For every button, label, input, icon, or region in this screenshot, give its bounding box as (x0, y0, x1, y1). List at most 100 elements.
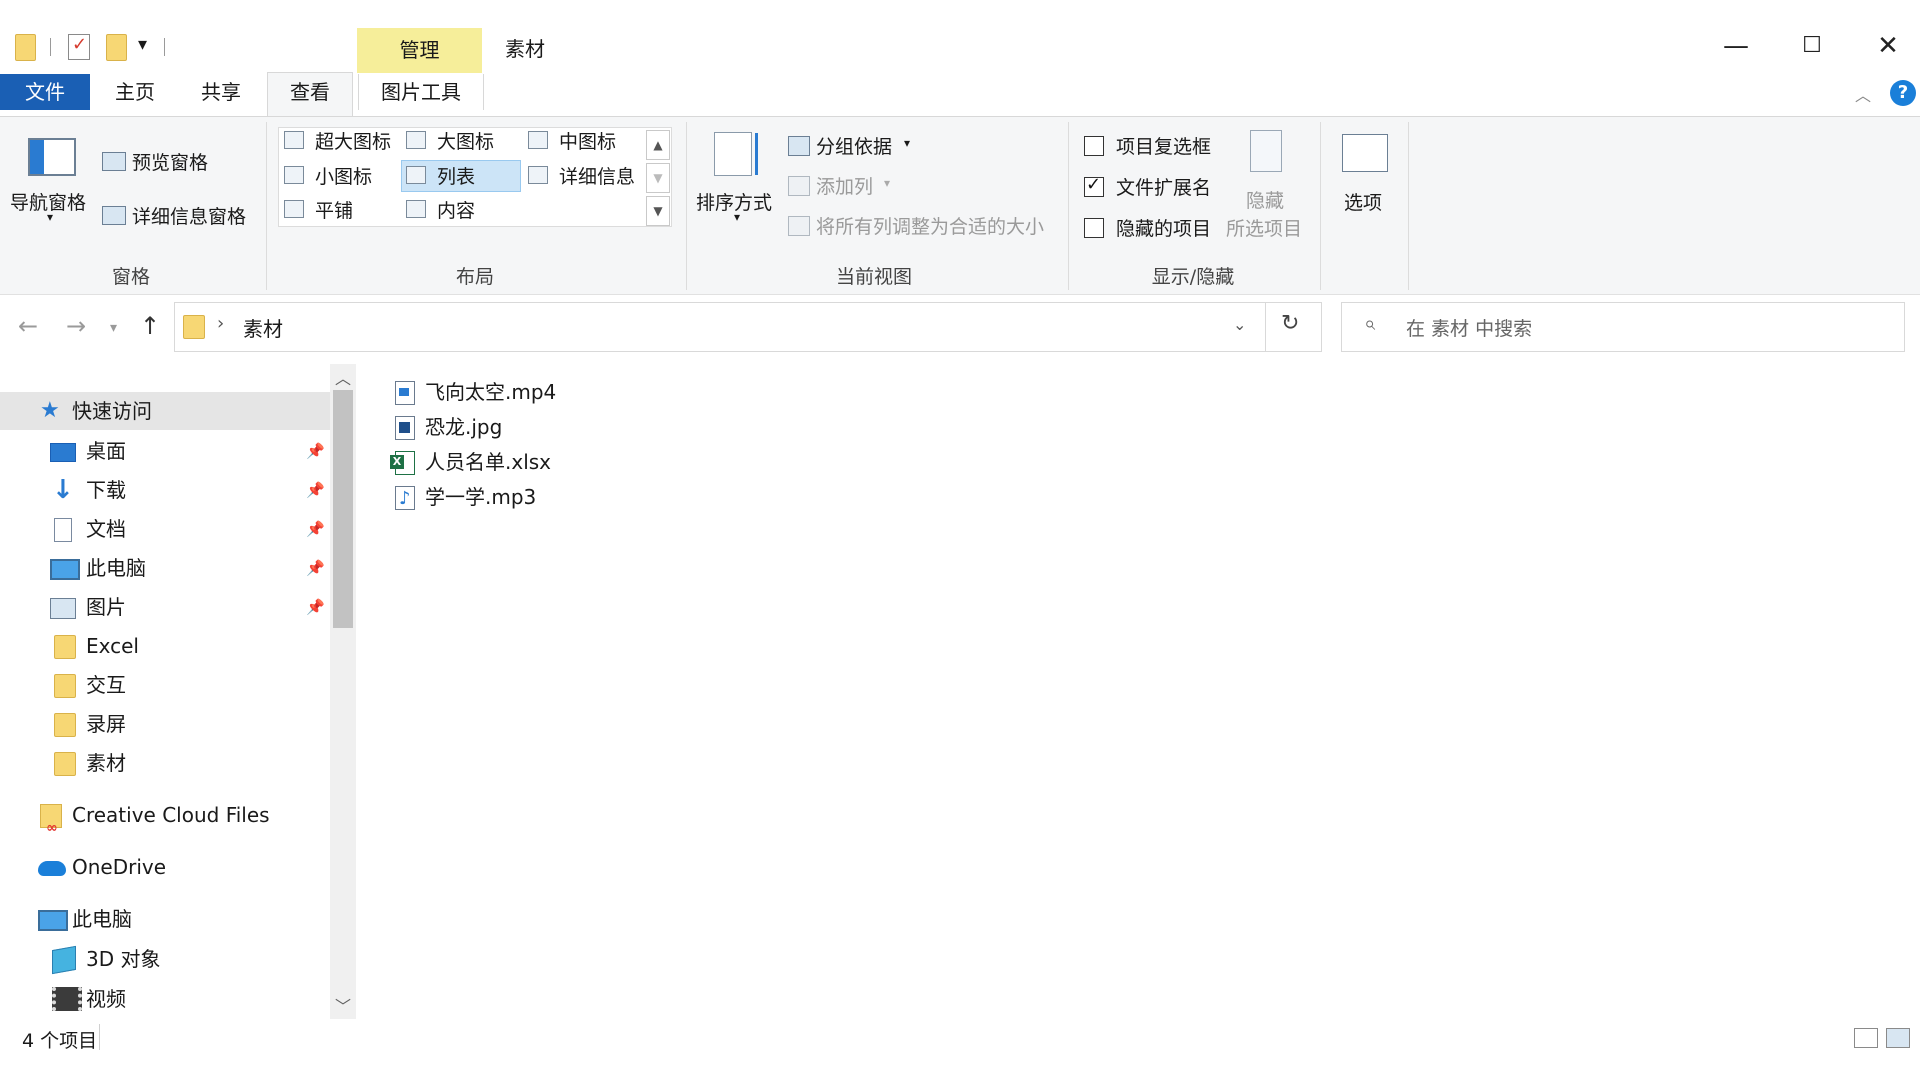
breadcrumb-current[interactable]: 素材 (243, 313, 283, 342)
customize-toolbar-icon[interactable]: ▾ (138, 34, 147, 55)
group-divider (686, 122, 687, 290)
group-divider (1408, 122, 1409, 290)
layout-details[interactable]: 详细信息 (559, 162, 635, 189)
recent-locations-button[interactable]: ▾ (110, 320, 117, 336)
group-label-current-view: 当前视图 (835, 266, 912, 288)
sidebar-item-label: 文档 (86, 517, 126, 541)
layout-tiles[interactable]: 平铺 (315, 196, 353, 223)
hidden-items-checkbox[interactable] (1084, 218, 1104, 238)
sidebar-scrollbar-thumb[interactable] (333, 390, 353, 628)
window-title: 素材 (505, 37, 545, 61)
search-box[interactable]: ⌕ 在 素材 中搜索 (1341, 302, 1905, 352)
file-extensions-checkbox[interactable] (1084, 174, 1104, 197)
tiles-icon (284, 200, 304, 218)
up-button[interactable]: ↑ (140, 312, 160, 340)
sidebar-item-interaction[interactable]: 交互 (0, 666, 330, 704)
hide-selected-button[interactable]: 隐藏 (1246, 186, 1284, 213)
details-pane-button[interactable]: 详细信息窗格 (132, 202, 246, 229)
status-item-count: 4 个项目 (22, 1030, 98, 1052)
tab-picture-tools[interactable]: 图片工具 (358, 74, 484, 110)
layout-scroll-down[interactable]: ▼ (646, 163, 670, 193)
layout-extra-large-icons[interactable]: 超大图标 (315, 127, 391, 154)
size-all-columns-button[interactable]: 将所有列调整为合适的大小 (816, 212, 1044, 239)
help-icon[interactable]: ? (1890, 80, 1916, 106)
options-button[interactable]: 选项 (1344, 188, 1382, 215)
refresh-icon[interactable]: ↻ (1281, 311, 1299, 336)
file-extensions-label[interactable]: 文件扩展名 (1116, 173, 1211, 200)
group-divider (1068, 122, 1069, 290)
search-input[interactable]: 在 素材 中搜索 (1406, 314, 1532, 341)
close-button[interactable]: ✕ (1858, 24, 1918, 68)
item-checkboxes-label[interactable]: 项目复选框 (1116, 132, 1211, 159)
group-label-panes: 窗格 (111, 266, 150, 288)
add-columns-button[interactable]: 添加列 (816, 172, 873, 199)
sidebar-item-creative-cloud[interactable]: Creative Cloud Files (0, 796, 330, 847)
forward-button[interactable]: → (66, 312, 86, 340)
minimize-button[interactable]: — (1706, 24, 1766, 68)
sidebar-item-quick-access[interactable]: ★ 快速访问 (0, 392, 330, 430)
folder-icon (54, 752, 76, 776)
small-icons-icon (284, 166, 304, 184)
new-folder-icon[interactable] (106, 34, 127, 61)
tab-view[interactable]: 查看 (267, 72, 353, 117)
tab-manage[interactable]: 管理 (357, 34, 482, 63)
onedrive-icon (38, 861, 66, 876)
sidebar-item-3d-objects[interactable]: 3D 对象 (0, 940, 330, 978)
folder-icon (54, 674, 76, 698)
file-name: 学一学.mp3 (425, 485, 537, 509)
sidebar-item-pictures[interactable]: 图片 📌 (0, 588, 330, 626)
group-by-button[interactable]: 分组依据 (816, 132, 892, 159)
layout-medium-icons[interactable]: 中图标 (559, 127, 616, 154)
collapse-ribbon-icon[interactable]: ︿ (1855, 82, 1871, 106)
quick-access-separator (164, 38, 165, 56)
title-bar: ▾ 管理 素材 — ☐ ✕ (0, 0, 1920, 74)
chevron-down-icon: ▾ (47, 210, 54, 224)
sidebar-item-this-pc-pinned[interactable]: 此电脑 📌 (0, 549, 330, 587)
layout-expand[interactable]: ▼ (646, 196, 670, 226)
item-checkboxes-checkbox[interactable] (1084, 136, 1104, 156)
maximize-button[interactable]: ☐ (1782, 24, 1842, 68)
tab-home[interactable]: 主页 (100, 74, 170, 110)
sidebar-item-screen-recording[interactable]: 录屏 (0, 705, 330, 743)
sort-by-icon (714, 132, 758, 176)
sidebar-item-label: OneDrive (72, 855, 167, 879)
sidebar-item-desktop[interactable]: 桌面 📌 (0, 432, 330, 470)
scroll-down-icon[interactable]: ﹀ (330, 994, 356, 1020)
sidebar-item-excel[interactable]: Excel (0, 627, 330, 665)
layout-content[interactable]: 内容 (437, 196, 475, 223)
sidebar-item-label: 下载 (86, 478, 126, 502)
layout-scroll-up[interactable]: ▲ (646, 130, 670, 160)
group-label-layout: 布局 (455, 266, 494, 288)
sidebar-item-documents[interactable]: 文档 📌 (0, 510, 330, 548)
chevron-down-icon: ▾ (734, 210, 741, 224)
pin-icon: 📌 (306, 442, 325, 460)
back-button[interactable]: ← (18, 312, 38, 340)
layout-list[interactable]: 列表 (437, 162, 475, 189)
search-icon: ⌕ (1364, 311, 1376, 335)
sidebar-item-this-pc[interactable]: 此电脑 (0, 900, 330, 938)
preview-pane-button[interactable]: 预览窗格 (132, 148, 208, 175)
pin-icon: 📌 (306, 481, 325, 499)
pin-icon: 📌 (306, 520, 325, 538)
add-columns-icon (788, 176, 810, 196)
folder-icon (15, 34, 36, 61)
address-divider (1265, 303, 1266, 351)
address-bar[interactable]: › 素材 ⌄ ↻ (174, 302, 1322, 352)
tab-share[interactable]: 共享 (186, 74, 256, 110)
large-icons-view-toggle-icon[interactable] (1886, 1028, 1910, 1048)
details-view-toggle-icon[interactable] (1854, 1028, 1878, 1048)
sidebar-item-downloads[interactable]: ↓ 下载 📌 (0, 471, 330, 509)
sidebar-item-label: 3D 对象 (86, 947, 161, 971)
sidebar-item-videos[interactable]: 视频 (0, 980, 330, 1018)
tab-file[interactable]: 文件 (0, 74, 90, 110)
scroll-up-icon[interactable]: ︿ (330, 366, 356, 392)
sidebar-item-onedrive[interactable]: OneDrive (0, 848, 330, 886)
properties-icon[interactable] (68, 34, 90, 60)
sidebar-item-materials[interactable]: 素材 (0, 744, 330, 782)
hide-selected-button-line2[interactable]: 所选项目 (1226, 214, 1302, 241)
layout-large-icons[interactable]: 大图标 (437, 127, 494, 154)
layout-small-icons[interactable]: 小图标 (315, 162, 372, 189)
address-dropdown-icon[interactable]: ⌄ (1233, 315, 1246, 334)
hidden-items-label[interactable]: 隐藏的项目 (1116, 214, 1211, 241)
excel-file-icon (390, 451, 415, 475)
